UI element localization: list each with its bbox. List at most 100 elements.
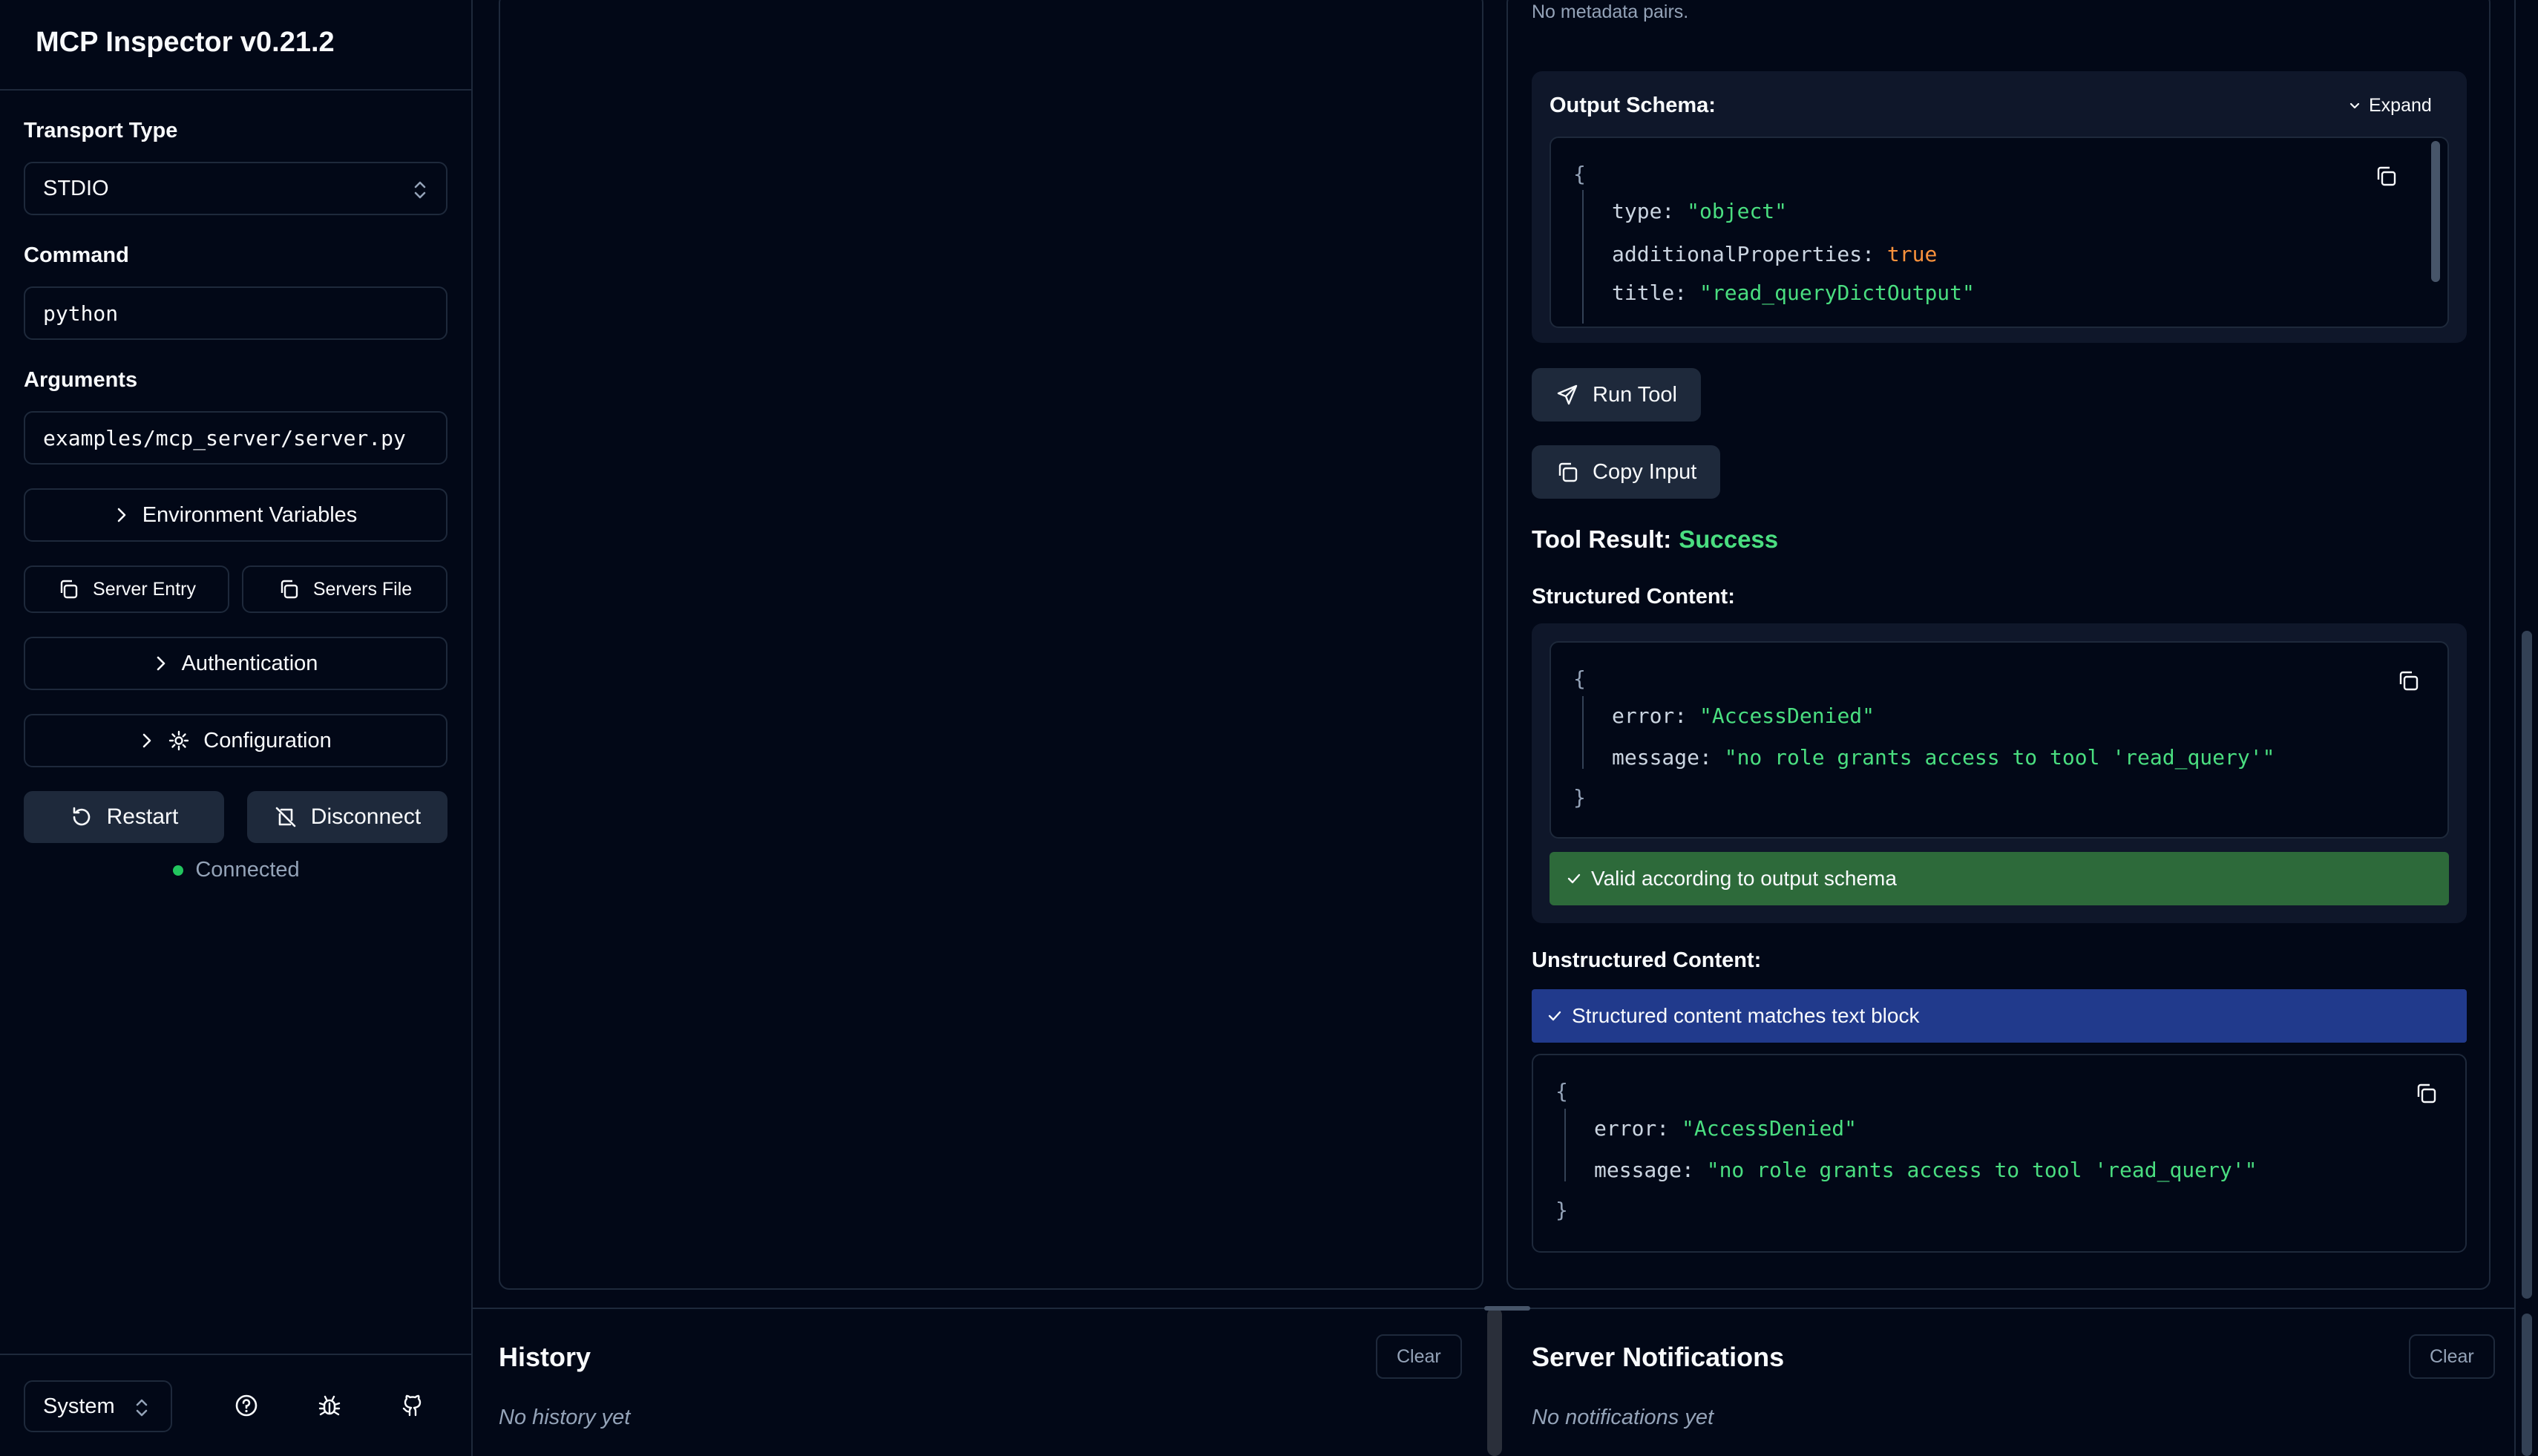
command-input[interactable]: python [24,286,447,340]
content-match-banner: Structured content matches text block [1532,989,2467,1043]
connection-status: Connected [0,858,473,882]
arguments-label: Arguments [24,368,138,392]
history-empty-text: No history yet [499,1406,631,1429]
copy-icon [1558,462,1578,482]
schema-valid-text: Valid according to output schema [1591,867,1897,890]
panel-resize-handle[interactable] [1487,1308,1502,1456]
servers-file-label: Servers File [312,578,413,600]
tool-result-heading: Tool Result: Success [1532,525,1778,554]
server-notifications-title: Server Notifications [1532,1342,1785,1372]
run-tool-button[interactable]: Run Tool [1532,368,1701,422]
copy-icon [2417,1083,2436,1104]
transport-type-label: Transport Type [24,119,178,142]
gear-icon [169,730,189,751]
bottom-scrollbar-thumb[interactable] [2522,1314,2532,1456]
help-button[interactable] [233,1392,260,1419]
github-button[interactable] [399,1392,426,1419]
unplug-icon [275,807,296,827]
configuration-toggle[interactable]: Configuration [24,714,447,767]
status-dot-icon [173,865,184,876]
tools-list-pane [499,0,1483,1290]
resize-grip[interactable] [1484,1306,1530,1311]
indent-guide [1582,190,1584,324]
unstructured-message-line: message: "no role grants access to tool … [1594,1158,2257,1182]
structured-close-brace: } [1573,785,1586,810]
transport-type-select[interactable]: STDIO [24,162,447,215]
copy-input-button[interactable]: Copy Input [1532,445,1721,499]
chevron-up-down-icon [136,1399,148,1417]
chevron-right-icon [117,508,125,522]
expand-button[interactable]: Expand [2348,95,2432,117]
servers-file-button[interactable]: Servers File [242,565,447,613]
copy-icon [60,580,78,599]
disconnect-button[interactable]: Disconnect [247,791,447,843]
copy-structured-button[interactable] [2396,668,2421,693]
copy-icon [281,580,298,599]
theme-select[interactable]: System [24,1380,172,1432]
bug-icon [318,1395,341,1416]
app-title: MCP Inspector v0.21.2 [36,27,335,58]
restart-button[interactable]: Restart [24,791,224,843]
schema-title-line: title: "read_queryDictOutput" [1612,281,1975,305]
schema-additional-properties-line: additionalProperties: true [1612,242,1938,266]
copy-icon [2399,671,2419,691]
server-entry-button[interactable]: Server Entry [24,565,229,613]
arguments-input[interactable]: examples/mcp_server/server.py [24,411,447,465]
disconnect-label: Disconnect [310,804,422,829]
run-tool-label: Run Tool [1593,382,1677,407]
schema-scrollbar[interactable] [2431,141,2440,282]
environment-variables-toggle[interactable]: Environment Variables [24,488,447,542]
transport-type-value: STDIO [43,176,109,200]
github-icon [402,1394,422,1417]
output-schema-label: Output Schema: [1550,94,1716,117]
history-title: History [499,1342,591,1372]
check-icon [1567,873,1581,884]
sidebar: MCP Inspector v0.21.2 Transport Type STD… [0,0,473,1456]
theme-value: System [43,1394,115,1418]
unstructured-open-brace: { [1555,1079,1568,1104]
authentication-label: Authentication [181,651,318,675]
copy-icon [2377,166,2396,186]
configuration-label: Configuration [203,728,332,752]
unstructured-content-label: Unstructured Content: [1532,948,1762,972]
clear-notifications-button[interactable]: Clear [2409,1334,2495,1379]
check-icon [1548,1011,1561,1021]
copy-schema-button[interactable] [2373,163,2398,188]
connection-status-text: Connected [195,858,300,882]
structured-message-line: message: "no role grants access to tool … [1612,745,2275,770]
unstructured-content-code [1532,1054,2467,1253]
metadata-note: No metadata pairs. [1532,1,1689,22]
page-scrollbar-thumb[interactable] [2522,631,2532,1299]
authentication-toggle[interactable]: Authentication [24,637,447,690]
structured-content-label: Structured Content: [1532,585,1735,609]
sidebar-footer-divider [0,1354,473,1355]
tool-result-status: Success [1679,525,1779,553]
indent-guide [1564,1109,1566,1181]
chevron-down-icon [2350,102,2360,108]
unstructured-close-brace: } [1555,1198,1568,1222]
structured-content-code [1550,641,2449,839]
schema-valid-banner: Valid according to output schema [1550,852,2449,905]
help-icon [235,1394,258,1417]
copy-input-label: Copy Input [1593,459,1697,484]
structured-open-brace: { [1573,666,1586,691]
indent-guide [1582,696,1584,769]
restart-label: Restart [106,804,179,829]
structured-error-line: error: "AccessDenied" [1612,704,1875,728]
server-entry-label: Server Entry [93,578,196,600]
schema-type-line: type: "object" [1612,199,1788,223]
chevron-up-down-icon [414,181,426,199]
send-icon [1557,384,1578,405]
environment-variables-label: Environment Variables [142,502,358,527]
sidebar-header-divider [0,89,473,91]
unstructured-error-line: error: "AccessDenied" [1594,1116,1857,1141]
schema-open-brace: { [1573,162,1586,186]
copy-unstructured-button[interactable] [2413,1080,2439,1106]
debug-button[interactable] [316,1392,343,1419]
clear-history-button[interactable]: Clear [1376,1334,1462,1379]
notifications-empty-text: No notifications yet [1532,1406,1714,1429]
expand-label: Expand [2369,95,2432,116]
content-match-text: Structured content matches text block [1572,1004,1920,1027]
chevron-right-icon [157,656,165,671]
command-label: Command [24,243,129,267]
